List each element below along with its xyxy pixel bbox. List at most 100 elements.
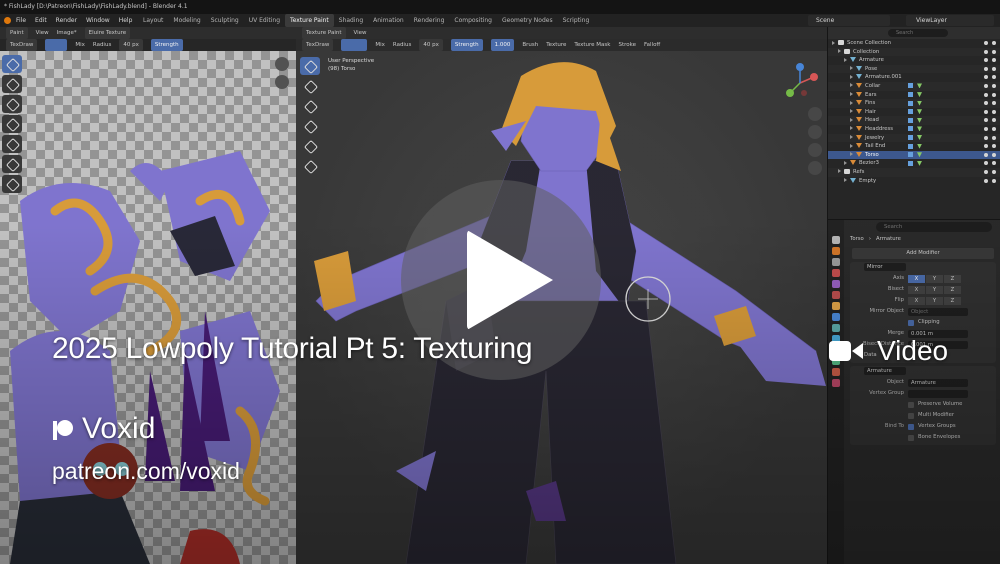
axis-y-toggle[interactable]: Y [926,274,943,283]
sample-tool-icon[interactable] [2,175,22,193]
image-selector[interactable]: Eluire Texture [84,27,131,39]
tab-compositing[interactable]: Compositing [449,14,497,27]
eye-icon[interactable] [984,92,988,97]
menu-render[interactable]: Render [56,14,77,27]
flip-x-toggle[interactable]: X [908,296,925,305]
flip-z-toggle[interactable]: Z [944,296,961,305]
particles-tab-icon[interactable] [832,324,840,332]
viewport-radius-field[interactable]: 40 px [419,39,443,51]
camera-render-icon[interactable] [992,109,996,114]
creator-name[interactable]: Voxid [82,412,155,446]
mirror-modifier-header[interactable]: Mirror [850,262,996,273]
expand-arrow-icon[interactable] [838,49,841,54]
scene-tab-icon[interactable] [832,280,840,288]
expand-arrow-icon[interactable] [844,160,847,165]
tab-shading[interactable]: Shading [334,14,368,27]
eye-icon[interactable] [984,83,988,88]
outliner-row[interactable]: Head [828,116,1000,125]
vp-soften-tool-icon[interactable] [300,77,320,95]
expand-arrow-icon[interactable] [838,169,841,174]
outliner-row[interactable]: Armature.001 [828,73,1000,82]
camera-render-icon[interactable] [992,126,996,131]
tab-texture-paint[interactable]: Texture Paint [285,14,334,27]
texture-menu[interactable]: Texture [546,39,566,51]
viewport-strength-label[interactable]: Strength [450,39,483,51]
viewport-strength-field[interactable]: 1.000 [490,39,515,51]
tab-sculpting[interactable]: Sculpting [206,14,244,27]
camera-icon[interactable] [808,143,822,157]
soften-tool-icon[interactable] [2,75,22,93]
vp-fill-tool-icon[interactable] [300,137,320,155]
view-layer-selector[interactable]: ViewLayer [906,15,994,26]
vp-smear-tool-icon[interactable] [300,97,320,115]
material-tab-icon[interactable] [832,368,840,376]
flip-y-toggle[interactable]: Y [926,296,943,305]
modifier-tab-icon[interactable] [832,313,840,321]
tab-uv-editing[interactable]: UV Editing [244,14,285,27]
preserve-volume-checkbox[interactable] [908,401,914,408]
expand-arrow-icon[interactable] [832,40,835,45]
tool-tab-icon[interactable] [832,236,840,244]
tab-scripting[interactable]: Scripting [558,14,595,27]
outliner-row[interactable]: Torso [828,150,1000,160]
camera-render-icon[interactable] [992,83,996,88]
expand-arrow-icon[interactable] [850,66,853,71]
texture-tab-icon[interactable] [832,379,840,387]
mirror-object-field[interactable]: Object [908,307,968,316]
outliner-row[interactable]: Headdress [828,125,1000,134]
vertex-groups-checkbox[interactable] [908,423,914,430]
radius-field[interactable]: 40 px [119,39,143,51]
scene-selector[interactable]: Scene [808,15,890,26]
output-tab-icon[interactable] [832,258,840,266]
expand-arrow-icon[interactable] [850,109,853,114]
axis-z-toggle[interactable]: Z [944,274,961,283]
strength-field[interactable]: Strength [150,39,183,51]
add-modifier-button[interactable]: Add Modifier [852,248,994,259]
brush-color-swatch[interactable] [45,39,68,51]
properties-search[interactable]: Search [876,222,992,232]
tab-animation[interactable]: Animation [368,14,409,27]
outliner-row[interactable]: Armature [828,56,1000,65]
view-menu[interactable]: View [36,27,49,39]
camera-render-icon[interactable] [992,66,996,71]
bisect-x-toggle[interactable]: X [908,285,925,294]
expand-arrow-icon[interactable] [850,135,853,140]
eye-icon[interactable] [984,144,988,149]
viewport-brush-selector[interactable]: TexDraw [302,39,334,51]
viewport-blend-selector[interactable]: Mix [375,39,385,51]
viewport-mode-menu[interactable]: Texture Paint [302,27,346,39]
camera-render-icon[interactable] [992,135,996,140]
menu-window[interactable]: Window [86,14,110,27]
expand-arrow-icon[interactable] [850,126,853,131]
outliner-row[interactable]: Empty [828,177,1000,186]
bisect-z-toggle[interactable]: Z [944,285,961,294]
smear-tool-icon[interactable] [2,95,22,113]
expand-arrow-icon[interactable] [850,100,853,105]
menu-help[interactable]: Help [119,14,133,27]
eye-icon[interactable] [984,41,988,45]
outliner-row[interactable]: Pose [828,64,1000,74]
outliner-row[interactable]: Jewelry [828,133,1000,143]
camera-render-icon[interactable] [992,58,996,63]
expand-arrow-icon[interactable] [850,117,853,122]
eye-icon[interactable] [984,161,988,166]
outliner-row[interactable]: Fins [828,99,1000,108]
clipping-checkbox[interactable] [908,319,914,326]
eye-icon[interactable] [984,152,988,157]
draw-tool-icon[interactable] [2,55,22,73]
vp-draw-tool-icon[interactable] [300,57,320,75]
eye-icon[interactable] [984,135,988,140]
brush-menu[interactable]: Brush [522,39,538,51]
view-layer-tab-icon[interactable] [832,269,840,277]
eye-icon[interactable] [984,66,988,71]
pan-hand-icon[interactable] [808,125,822,139]
clone-tool-icon[interactable] [2,115,22,133]
eye-icon[interactable] [984,118,988,123]
outliner-row[interactable]: Tail End [828,142,1000,151]
camera-render-icon[interactable] [992,92,996,97]
fill-tool-icon[interactable] [2,135,22,153]
render-tab-icon[interactable] [832,247,840,255]
outliner-row[interactable]: Ears [828,91,1000,100]
expand-arrow-icon[interactable] [850,83,853,88]
object-tab-icon[interactable] [832,302,840,310]
